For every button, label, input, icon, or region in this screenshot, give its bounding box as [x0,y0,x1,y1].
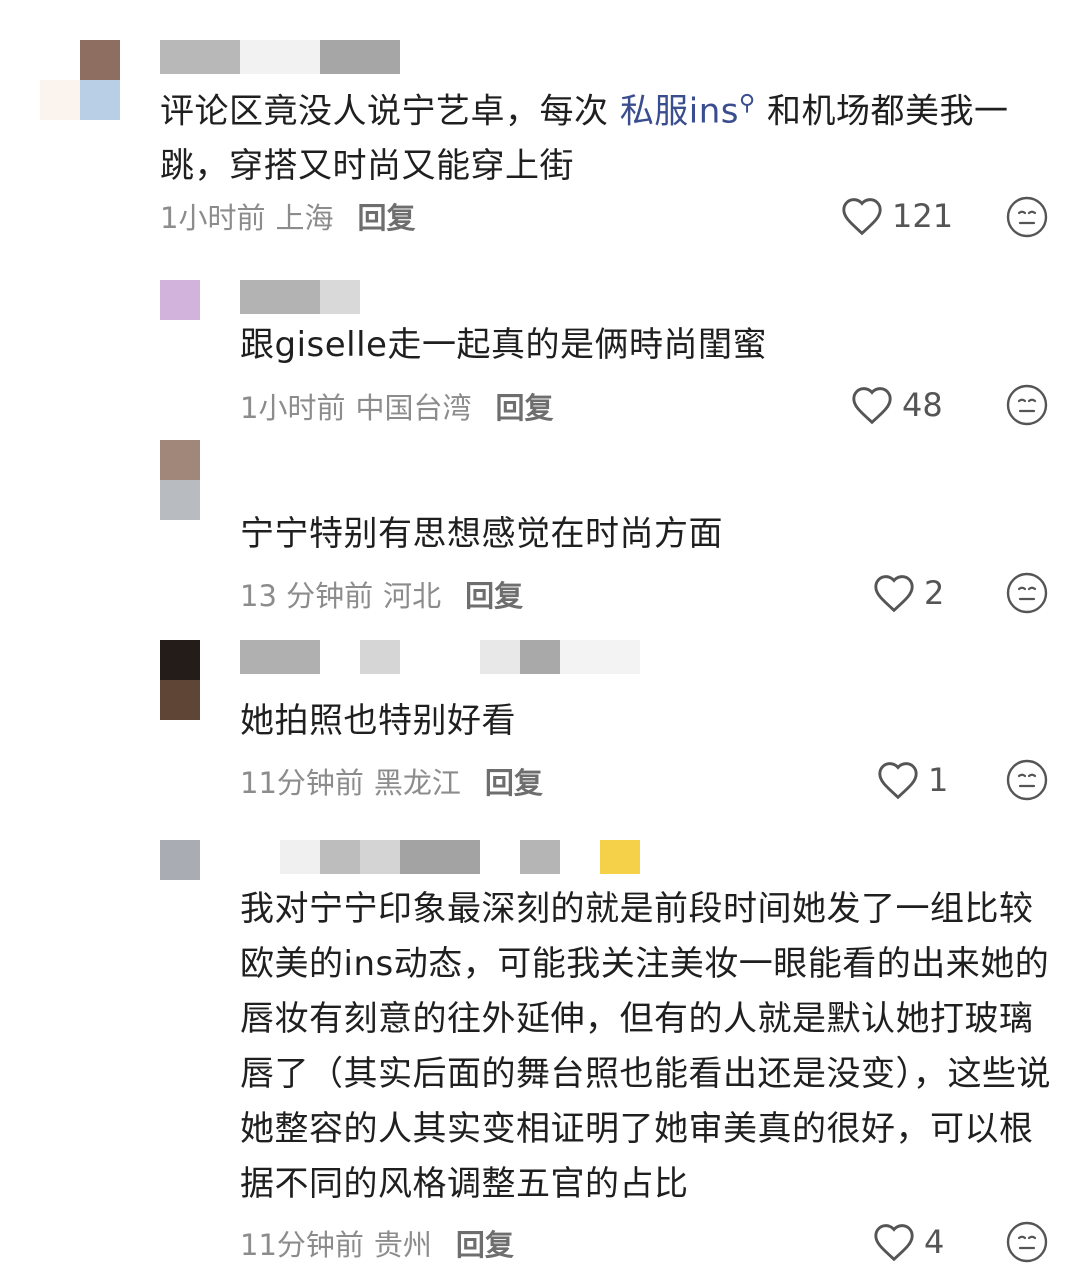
neutral-face-icon[interactable] [1005,383,1049,427]
comment-time: 13 分钟前 [240,579,374,613]
like-button[interactable]: 48 [850,385,943,425]
avatar[interactable] [160,280,240,360]
reply-button[interactable]: 回复 [456,1228,514,1262]
comment-meta: 11分钟前 黑龙江 回复 [240,760,543,802]
like-count: 121 [892,197,954,235]
avatar[interactable] [40,40,120,120]
comment-text: 她拍照也特别好看 [240,701,516,741]
comment-location: 黑龙江 [373,766,461,800]
comment-location: 河北 [383,579,442,613]
comment-time: 1小时前 [240,391,346,425]
like-count: 2 [924,574,945,612]
like-button[interactable]: 121 [840,196,953,236]
heart-outline-icon [874,1224,914,1262]
reply-button[interactable]: 回复 [465,579,523,613]
comment-text: 跟giselle走一起真的是俩時尚閨蜜 [240,325,767,365]
comment-time: 11分钟前 [240,1228,364,1262]
comment-location: 中国台湾 [355,391,472,425]
comment-meta: 1小时前 中国台湾 回复 [240,385,553,427]
like-button[interactable]: 1 [876,760,948,800]
avatar[interactable] [160,640,240,720]
like-count: 1 [928,761,949,799]
reply-button[interactable]: 回复 [485,766,543,800]
heart-outline-icon [878,762,918,800]
neutral-face-icon[interactable] [1005,758,1049,802]
neutral-face-icon[interactable] [1005,195,1049,239]
search-link[interactable]: 私服ins [620,91,739,131]
reply-button[interactable]: 回复 [495,391,553,425]
neutral-face-icon[interactable] [1005,571,1049,615]
heart-outline-icon [842,198,882,236]
heart-outline-icon [874,575,914,613]
avatar[interactable] [160,440,240,520]
comment-text: 评论区竟没人说宁艺卓，每次 私服ins⚲ 和机场都美我一 跳，穿搭又时尚又能穿上… [160,91,1009,187]
neutral-face-icon[interactable] [1005,1220,1049,1264]
comment-meta: 13 分钟前 河北 回复 [240,573,523,615]
comment-meta: 11分钟前 贵州 回复 [240,1222,514,1264]
comment-location: 贵州 [373,1228,432,1262]
comment-time: 11分钟前 [240,766,364,800]
like-count: 48 [902,386,943,424]
comment-text: 我对宁宁印象最深刻的就是前段时间她发了一组比较 欧美的ins动态，可能我关注美妆… [240,889,1051,1204]
comment-time: 1小时前 [160,201,266,235]
comment-location: 上海 [275,201,334,235]
comment-text: 宁宁特别有思想感觉在时尚方面 [240,514,723,554]
like-count: 4 [924,1223,945,1261]
like-button[interactable]: 4 [872,1222,944,1262]
avatar[interactable] [160,840,240,920]
reply-button[interactable]: 回复 [357,201,415,235]
heart-outline-icon [852,387,892,425]
like-button[interactable]: 2 [872,573,944,613]
comment-meta: 1小时前 上海 回复 [160,195,415,237]
search-icon[interactable]: ⚲ [739,91,756,116]
